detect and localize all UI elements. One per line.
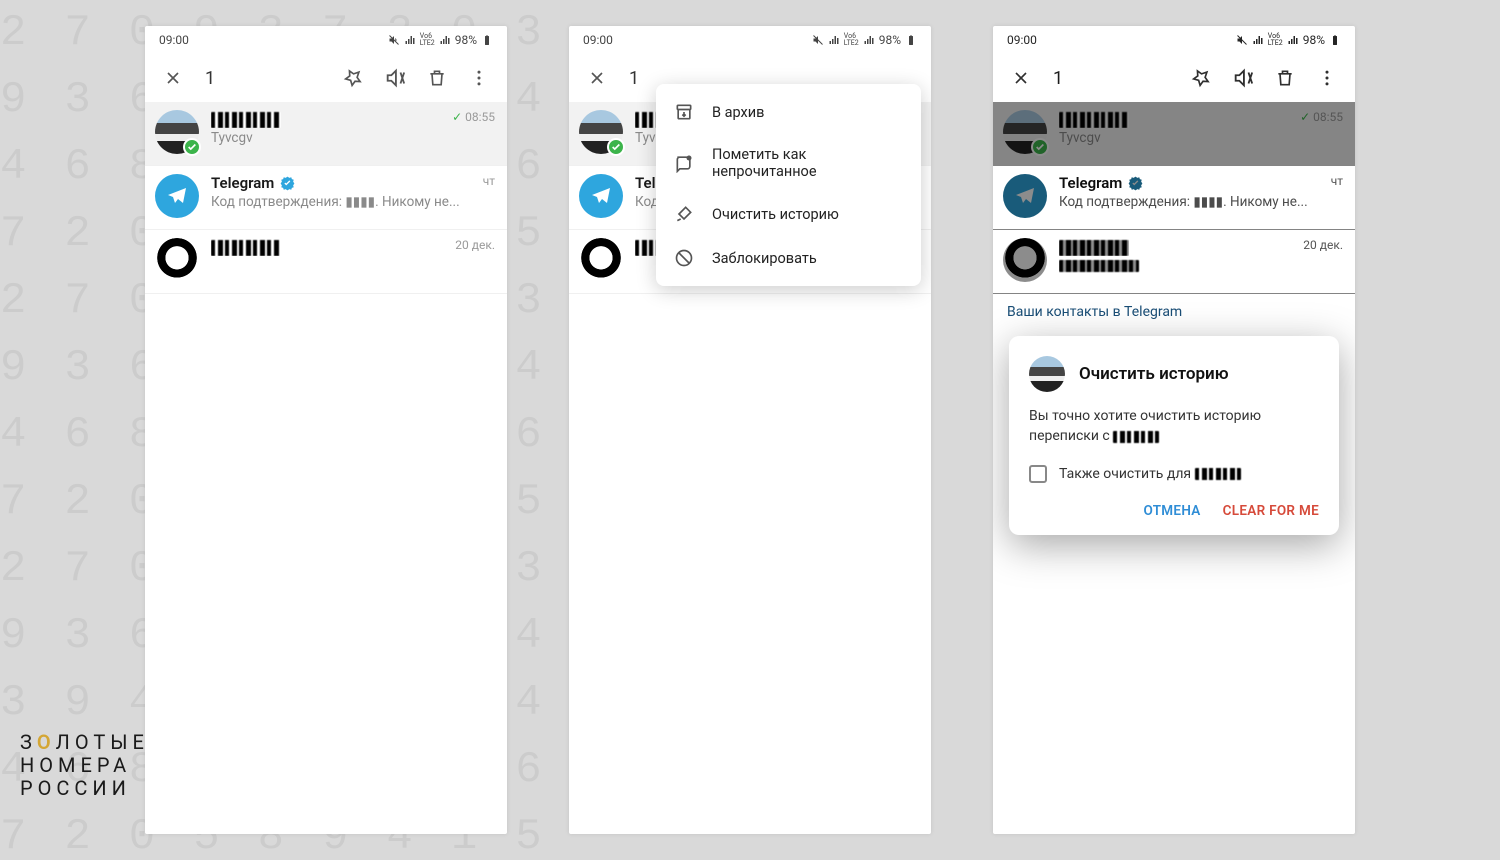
chat-meta: 20 дек.	[455, 238, 495, 252]
status-bar: 09:00 Vo6LTE2 98%	[145, 26, 507, 54]
signal2-icon	[439, 34, 451, 46]
menu-label: Пометить как непрочитанное	[712, 146, 903, 180]
more-button[interactable]	[463, 62, 495, 94]
chat-meta: ✓ 08:55	[452, 110, 495, 124]
broom-icon	[674, 204, 694, 224]
chat-item-1[interactable]: Tyvcgv ✓ 08:55	[145, 102, 507, 166]
verified-icon	[280, 176, 295, 191]
close-button[interactable]	[581, 62, 613, 94]
phone-screenshot-3: 09:00 Vo6LTE2 98% 1	[993, 26, 1355, 834]
chat-meta: чт	[483, 174, 495, 188]
toolbar: 1	[145, 54, 507, 102]
battery-icon	[905, 34, 917, 46]
dialog-checkbox-row[interactable]: Также очистить для	[1029, 465, 1319, 483]
menu-archive[interactable]: В архив	[656, 90, 921, 134]
avatar	[579, 238, 623, 282]
phone-screenshot-1: 09:00 Vo6LTE2 98% 1	[145, 26, 507, 834]
chat-preview: Код подтверждения: ▮▮▮▮. Никому не...	[211, 194, 471, 210]
dialog-avatar	[1029, 356, 1065, 392]
battery-percent: 98%	[879, 33, 901, 47]
pin-button[interactable]	[337, 62, 369, 94]
chat-item-telegram[interactable]: Telegram Код подтверждения: ▮▮▮▮. Никому…	[145, 166, 507, 230]
clear-for-me-button[interactable]: CLEAR FOR ME	[1223, 503, 1319, 519]
telegram-avatar	[155, 174, 199, 218]
lte-indicator: Vo6LTE2	[420, 33, 435, 47]
delete-button[interactable]	[421, 62, 453, 94]
menu-label: Очистить историю	[712, 206, 839, 223]
menu-label: В архив	[712, 104, 764, 121]
avatar	[579, 110, 623, 154]
status-time: 09:00	[159, 33, 189, 47]
mute-icon	[812, 34, 824, 46]
menu-block[interactable]: Заблокировать	[656, 236, 921, 280]
selected-check-icon	[183, 138, 201, 156]
telegram-avatar	[579, 174, 623, 218]
archive-icon	[674, 102, 694, 122]
dialog-body: Вы точно хотите очистить историю перепис…	[1029, 406, 1319, 447]
battery-percent: 98%	[455, 33, 477, 47]
clear-history-dialog: Очистить историю Вы точно хотите очистит…	[1009, 336, 1339, 535]
signal2-icon	[863, 34, 875, 46]
chat-name-censored	[211, 110, 281, 128]
mute-icon	[388, 34, 400, 46]
signal-icon	[404, 34, 416, 46]
context-menu: В архив Пометить как непрочитанное Очист…	[656, 84, 921, 286]
battery-icon	[481, 34, 493, 46]
block-icon	[674, 248, 694, 268]
close-button[interactable]	[157, 62, 189, 94]
dialog-title: Очистить историю	[1079, 364, 1229, 384]
status-time: 09:00	[583, 33, 613, 47]
avatar	[155, 110, 199, 154]
lte-indicator: Vo6LTE2	[844, 33, 859, 47]
unread-icon	[674, 153, 694, 173]
selection-count: 1	[205, 68, 215, 89]
signal-icon	[828, 34, 840, 46]
menu-label: Заблокировать	[712, 250, 817, 267]
avatar	[155, 238, 199, 282]
selected-check-icon	[607, 138, 625, 156]
phone-screenshot-2: 09:00 Vo6LTE2 98% 1	[569, 26, 931, 834]
cancel-button[interactable]: ОТМЕНА	[1143, 503, 1200, 519]
chat-preview: Tyvcgv	[211, 130, 440, 146]
status-bar: 09:00 Vo6LTE2 98%	[569, 26, 931, 54]
chat-list: Tyvcgv ✓ 08:55 Telegram	[145, 102, 507, 834]
chat-name-censored	[211, 238, 281, 256]
mute-button[interactable]	[379, 62, 411, 94]
chat-name: Telegram	[211, 174, 274, 192]
menu-clear-history[interactable]: Очистить историю	[656, 192, 921, 236]
selection-count: 1	[629, 68, 639, 89]
chat-item-3[interactable]: 20 дек.	[145, 230, 507, 294]
menu-mark-unread[interactable]: Пометить как непрочитанное	[656, 134, 921, 192]
checkbox-icon[interactable]	[1029, 465, 1047, 483]
